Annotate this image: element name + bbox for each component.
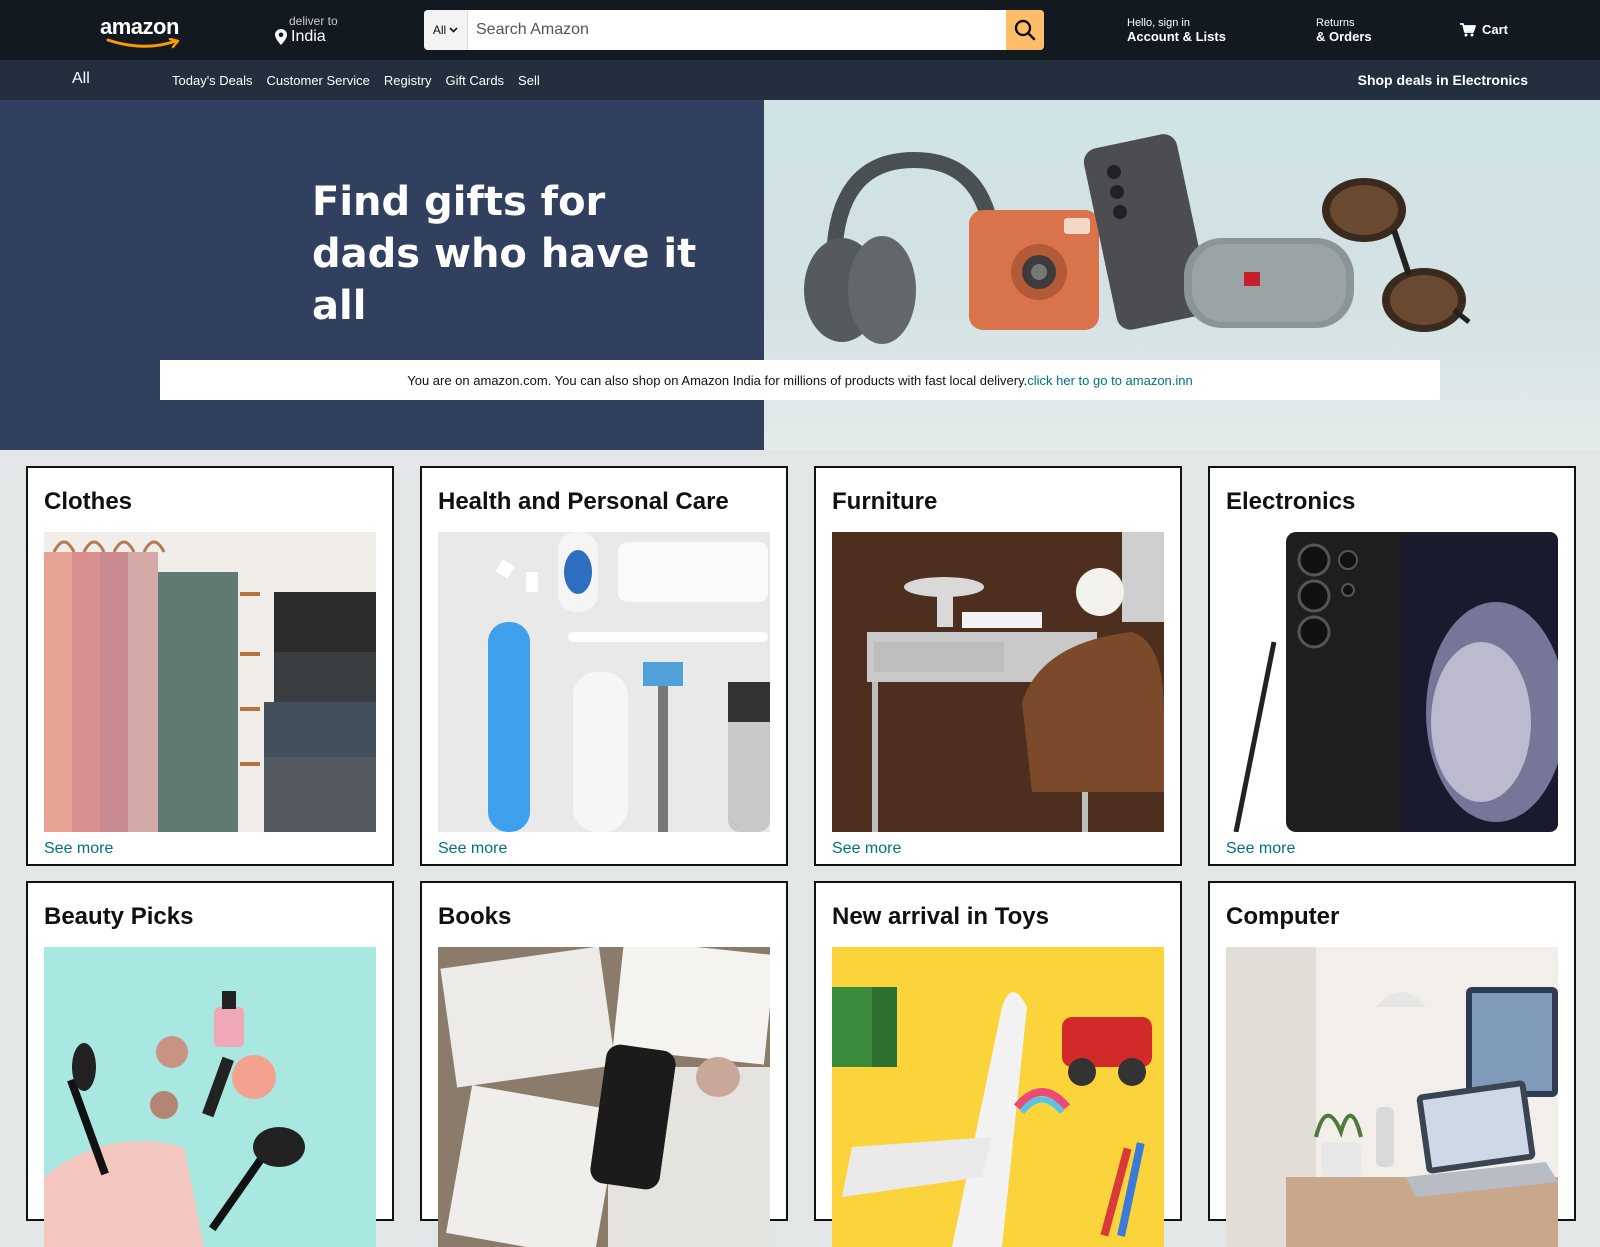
logo-text: amazon <box>100 14 179 39</box>
card-title: Computer <box>1226 903 1340 930</box>
chevron-down-icon <box>449 27 458 33</box>
category-card-electronics[interactable]: Electronics See more <box>1208 466 1576 866</box>
nav-link-gift-cards[interactable]: Gift Cards <box>446 73 505 88</box>
deliver-location: India <box>291 28 326 45</box>
card-title: Books <box>438 903 512 930</box>
search-category-dropdown[interactable]: All <box>424 10 468 50</box>
nav-links: Today's Deals Customer Service Registry … <box>172 73 540 88</box>
hero-title-line1: Find gifts for <box>312 179 606 225</box>
returns-and-orders[interactable]: Returns & Orders <box>1316 17 1372 44</box>
nav-link-customer-service[interactable]: Customer Service <box>267 73 370 88</box>
see-more-link[interactable]: See more <box>44 840 113 858</box>
category-card-computer[interactable]: Computer <box>1208 881 1576 1247</box>
health-care-image[interactable] <box>438 532 770 832</box>
clothes-image[interactable] <box>44 532 376 832</box>
deliver-label: deliver to <box>289 14 338 28</box>
category-card-beauty[interactable]: Beauty Picks <box>26 881 394 1247</box>
deliver-to-location[interactable]: deliver to India <box>275 14 338 46</box>
orders-label: & Orders <box>1316 29 1372 44</box>
see-more-link[interactable]: See more <box>832 840 901 858</box>
furniture-image[interactable] <box>832 532 1164 832</box>
nav-link-registry[interactable]: Registry <box>384 73 432 88</box>
nav-all-menu[interactable]: All <box>72 70 90 88</box>
see-more-link[interactable]: See more <box>438 840 507 858</box>
account-label: Account & Lists <box>1127 29 1226 44</box>
search-button[interactable] <box>1006 10 1044 50</box>
location-pin-icon <box>275 29 287 45</box>
hero-title-line2: dads who have it all <box>312 231 697 329</box>
amazon-logo[interactable]: amazon <box>100 14 190 49</box>
beauty-image[interactable] <box>44 947 376 1247</box>
cart-icon <box>1460 22 1476 36</box>
cart-button[interactable]: Cart <box>1460 22 1508 37</box>
hero-banner[interactable]: Find gifts for dads who have it all You … <box>0 100 1600 450</box>
shop-deals-electronics-link[interactable]: Shop deals in Electronics <box>1358 72 1528 88</box>
card-title: Health and Personal Care <box>438 488 729 515</box>
books-image[interactable] <box>438 947 770 1247</box>
card-title: Furniture <box>832 488 938 515</box>
account-greeting: Hello, sign in <box>1127 17 1190 29</box>
category-card-furniture[interactable]: Furniture See more <box>814 466 1182 866</box>
speaker-image <box>1184 238 1354 328</box>
headphones-image <box>804 151 1002 344</box>
hero-title: Find gifts for dads who have it all <box>312 176 732 332</box>
category-card-clothes[interactable]: Clothes See more <box>26 466 394 866</box>
region-notice-text: You are on amazon.com. You can also shop… <box>407 372 1028 388</box>
region-notice-banner: You are on amazon.com. You can also shop… <box>160 360 1440 400</box>
account-and-lists[interactable]: Hello, sign in Account & Lists <box>1127 17 1226 44</box>
see-more-link[interactable]: See more <box>1226 840 1295 858</box>
logo-smile-icon <box>106 38 180 49</box>
electronics-image[interactable] <box>1226 532 1558 832</box>
card-title: Beauty Picks <box>44 903 194 930</box>
search-icon <box>1014 19 1036 41</box>
card-title: New arrival in Toys <box>832 903 1049 930</box>
instant-camera-image <box>969 210 1099 330</box>
amazon-india-link[interactable]: click her to go to amazon.inn <box>1027 373 1192 388</box>
nav-bar: All Today's Deals Customer Service Regis… <box>0 60 1600 100</box>
category-card-toys[interactable]: New arrival in Toys <box>814 881 1182 1247</box>
returns-label: Returns <box>1316 17 1355 29</box>
search-input[interactable] <box>468 10 1006 50</box>
card-title: Clothes <box>44 488 133 515</box>
nav-link-sell[interactable]: Sell <box>518 73 540 88</box>
computer-image[interactable] <box>1226 947 1558 1247</box>
category-card-health[interactable]: Health and Personal Care See more <box>420 466 788 866</box>
search-category-label: All <box>432 23 447 37</box>
search-bar: All <box>424 10 1044 50</box>
top-header: amazon deliver to India All H <box>0 0 1600 60</box>
toys-image[interactable] <box>832 947 1164 1247</box>
nav-link-todays-deals[interactable]: Today's Deals <box>172 73 253 88</box>
cart-label: Cart <box>1482 22 1509 37</box>
card-title: Electronics <box>1226 488 1356 515</box>
category-card-books[interactable]: Books <box>420 881 788 1247</box>
